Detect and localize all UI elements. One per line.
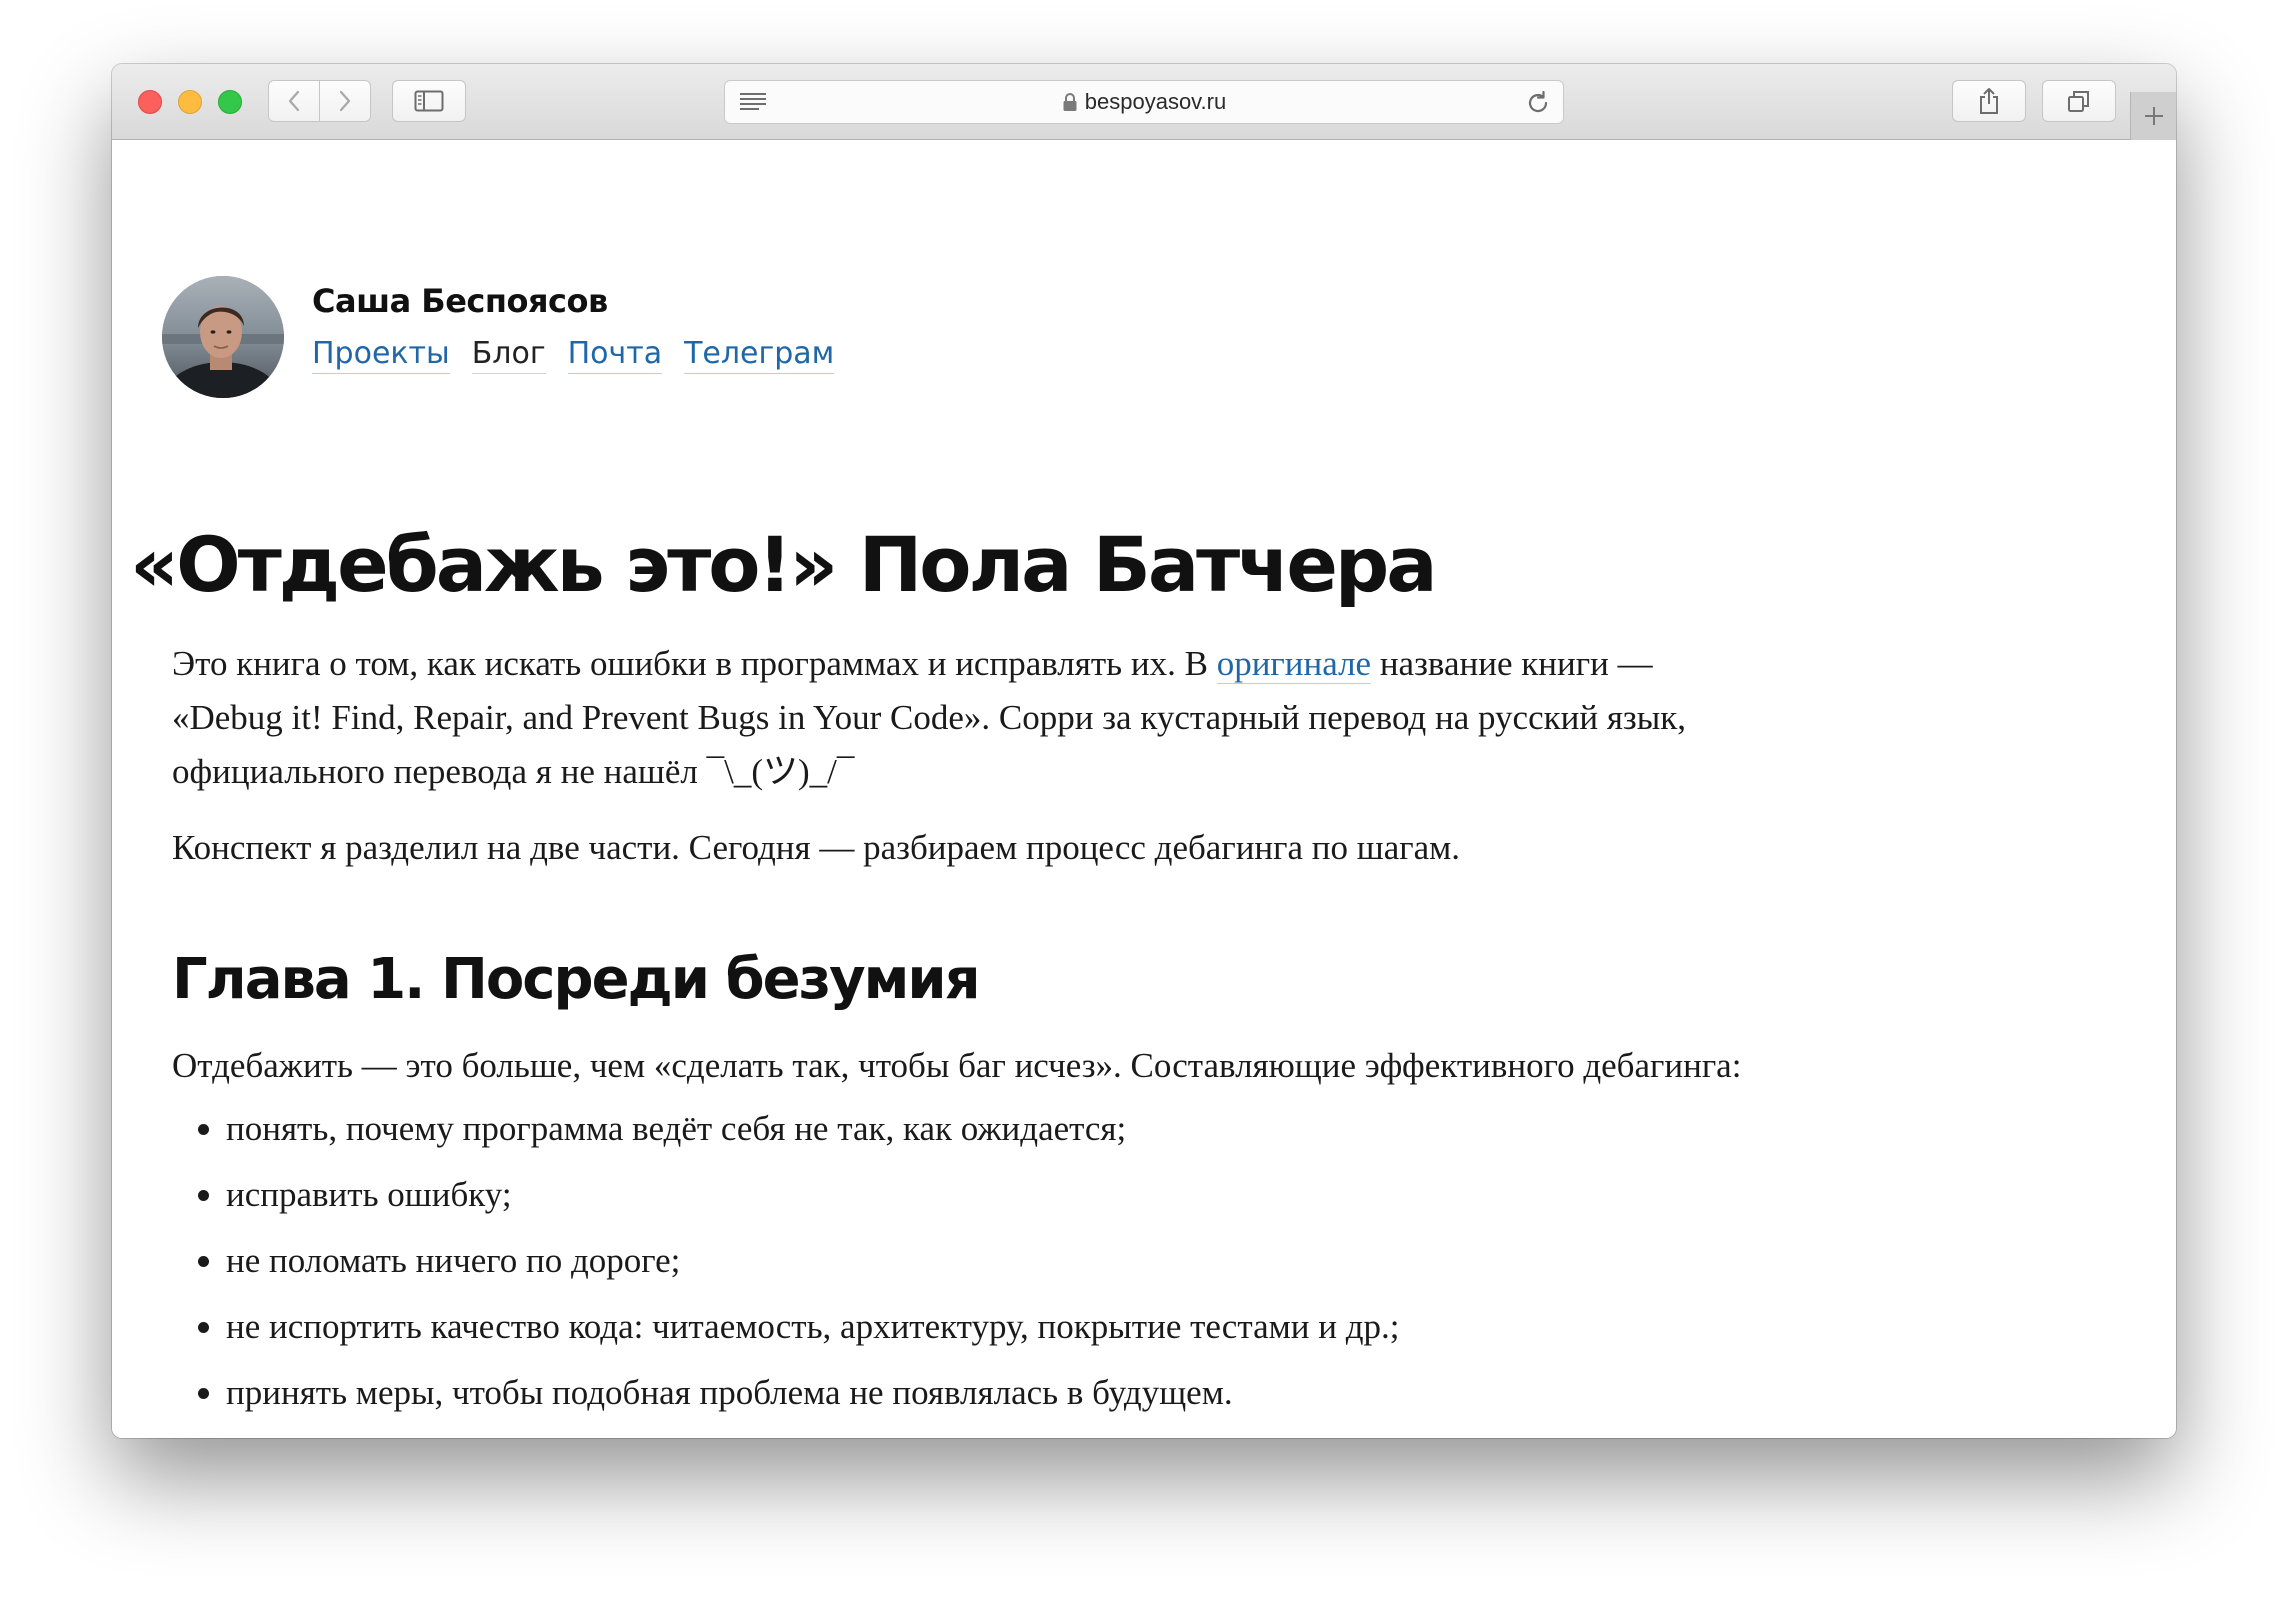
- browser-toolbar: bespoyasov.ru: [112, 64, 2176, 140]
- debugging-components-list: понять, почему программа ведёт себя не т…: [172, 1101, 1752, 1420]
- author-name: Саша Беспоясов: [312, 282, 608, 320]
- chapter-intro-paragraph: Отдебажить — это больше, чем «сделать та…: [172, 1046, 1742, 1085]
- sidebar-icon: [414, 90, 444, 112]
- nav-link-mail[interactable]: Почта: [567, 336, 663, 374]
- avatar: [162, 276, 284, 398]
- nav-link-telegram[interactable]: Телеграм: [684, 336, 835, 374]
- new-tab-button[interactable]: [2130, 92, 2176, 140]
- intro-paragraph: Это книга о том, как искать ошибки в про…: [172, 637, 1752, 799]
- share-button[interactable]: [1952, 80, 2026, 122]
- article-title: «Отдебажь это!» Пола Батчера: [130, 520, 1438, 609]
- address-bar[interactable]: bespoyasov.ru: [724, 80, 1564, 124]
- avatar-photo: [162, 276, 284, 398]
- chapter-heading: Глава 1. Посреди безумия: [172, 947, 981, 1012]
- list-item: понять, почему программа ведёт себя не т…: [226, 1101, 1752, 1156]
- close-window-button[interactable]: [138, 90, 162, 114]
- reload-icon[interactable]: [1525, 90, 1551, 116]
- page-content: Саша Беспоясов Проекты Блог Почта Телегр…: [112, 140, 2176, 1438]
- back-button[interactable]: [268, 80, 320, 122]
- lock-icon: [1063, 93, 1077, 111]
- list-item: принять меры, чтобы подобная проблема не…: [226, 1365, 1752, 1420]
- browser-window: bespoyasov.ru Саша Беспоясов Проекты Бло…: [112, 64, 2176, 1438]
- chevron-right-icon: [339, 90, 351, 112]
- article-body: Это книга о том, как искать ошибки в про…: [172, 637, 1752, 1431]
- nav-link-projects[interactable]: Проекты: [312, 336, 450, 374]
- plus-icon: [2144, 107, 2163, 125]
- tabs-icon: [2068, 91, 2089, 112]
- tabs-overview-button[interactable]: [2042, 80, 2116, 122]
- url-display: bespoyasov.ru: [725, 81, 1563, 123]
- forward-button[interactable]: [319, 80, 371, 122]
- nav-item-blog-current: Блог: [471, 336, 546, 374]
- sidebar-button[interactable]: [392, 80, 466, 122]
- list-item: исправить ошибку;: [226, 1167, 1752, 1222]
- share-icon: [1980, 88, 1998, 114]
- list-item: не поломать ничего по дороге;: [226, 1233, 1752, 1288]
- chevron-left-icon: [288, 90, 300, 112]
- url-text: bespoyasov.ru: [1084, 89, 1227, 114]
- list-item: не испортить качество кода: читаемость, …: [226, 1299, 1752, 1354]
- summary-paragraph: Конспект я разделил на две части. Сегодн…: [172, 828, 1461, 867]
- intro-text-start: Это книга о том, как искать ошибки в про…: [172, 644, 1217, 683]
- original-book-link[interactable]: оригинале: [1216, 644, 1372, 684]
- site-nav: Проекты Блог Почта Телеграм: [312, 336, 835, 374]
- minimize-window-button[interactable]: [178, 90, 202, 114]
- maximize-window-button[interactable]: [218, 90, 242, 114]
